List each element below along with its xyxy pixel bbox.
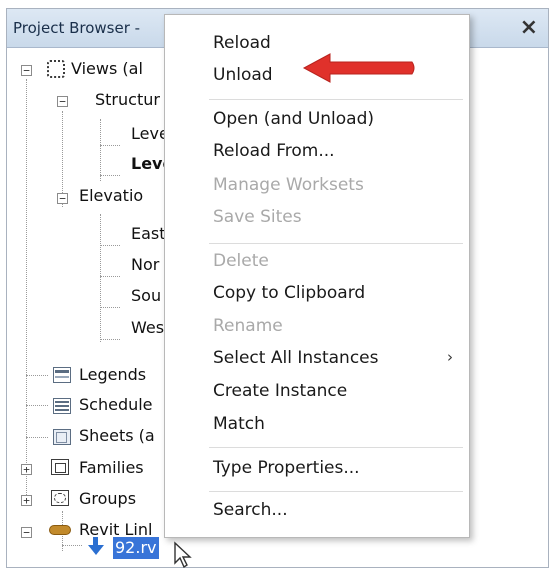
revit-link-icon — [49, 525, 71, 535]
annotation-arrow-icon — [302, 53, 415, 83]
collapse-icon[interactable]: − — [57, 193, 68, 204]
menu-item-match[interactable]: Match — [213, 410, 265, 438]
context-menu: Reload Unload Open (and Unload) Reload F… — [164, 14, 470, 538]
schedule-icon — [53, 398, 71, 414]
tree-item-views[interactable]: Views (al — [71, 54, 143, 84]
tree-item-elevations[interactable]: Elevatio — [79, 181, 143, 211]
tree-connector — [100, 339, 120, 340]
tree-item-sheets[interactable]: Sheets (a — [79, 421, 155, 451]
menu-item-copy-to-clipboard[interactable]: Copy to Clipboard — [213, 279, 365, 307]
menu-item-delete: Delete — [213, 251, 269, 271]
tree-connector — [100, 245, 120, 246]
menu-item-select-all-instances[interactable]: Select All Instances — [213, 344, 379, 372]
menu-item-reload[interactable]: Reload — [213, 29, 271, 57]
tree-item-structural-plans[interactable]: Structur — [95, 85, 160, 115]
menu-item-search[interactable]: Search... — [213, 496, 288, 524]
menu-item-type-properties[interactable]: Type Properties... — [213, 454, 360, 482]
expand-icon[interactable]: + — [21, 464, 32, 475]
menu-item-manage-worksets: Manage Worksets — [213, 175, 364, 195]
tree-connector — [62, 545, 82, 546]
menu-item-create-instance[interactable]: Create Instance — [213, 377, 347, 405]
menu-item-rename: Rename — [213, 316, 283, 336]
menu-separator — [209, 447, 463, 448]
tree-connector — [26, 79, 27, 499]
collapse-icon[interactable]: − — [21, 527, 32, 538]
tree-connector — [26, 375, 48, 376]
family-icon — [51, 459, 69, 475]
chevron-right-icon: › — [447, 348, 453, 366]
expand-icon[interactable]: + — [21, 495, 32, 506]
sheet-icon — [53, 429, 71, 445]
tree-item-east[interactable]: East — [131, 219, 166, 249]
tree-item-groups[interactable]: Groups — [79, 484, 136, 514]
tree-connector — [26, 405, 48, 406]
tree-connector — [26, 437, 48, 438]
group-icon — [51, 490, 69, 506]
collapse-icon[interactable]: − — [57, 96, 68, 107]
tree-connector — [100, 145, 120, 146]
menu-item-open-and-unload[interactable]: Open (and Unload) — [213, 105, 374, 133]
close-icon[interactable]: × — [520, 15, 538, 40]
tree-connector — [100, 214, 101, 342]
menu-item-reload-from[interactable]: Reload From... — [213, 137, 335, 165]
panel-title: Project Browser - — [13, 19, 141, 37]
legend-icon — [53, 367, 71, 383]
tree-connector — [100, 276, 120, 277]
mouse-cursor-icon — [174, 541, 192, 569]
menu-separator — [209, 243, 463, 244]
tree-item-south[interactable]: Sou — [131, 281, 161, 311]
tree-item-schedules[interactable]: Schedule — [79, 390, 153, 420]
tree-item-families[interactable]: Families — [79, 453, 144, 483]
menu-separator — [209, 99, 463, 100]
tree-item-west[interactable]: Wes — [131, 313, 164, 343]
menu-separator — [209, 491, 463, 492]
download-arrow-icon — [88, 545, 104, 555]
menu-item-unload[interactable]: Unload — [213, 61, 273, 89]
tree-item-north[interactable]: Nor — [131, 250, 159, 280]
menu-item-save-sites: Save Sites — [213, 207, 302, 227]
tree-item-link-file[interactable]: 92.rv — [113, 537, 159, 559]
tree-connector — [100, 119, 101, 181]
tree-connector — [100, 307, 120, 308]
collapse-icon[interactable]: − — [21, 65, 32, 76]
views-icon — [47, 60, 65, 78]
tree-item-legends[interactable]: Legends — [79, 360, 146, 390]
tree-connector — [100, 175, 120, 176]
